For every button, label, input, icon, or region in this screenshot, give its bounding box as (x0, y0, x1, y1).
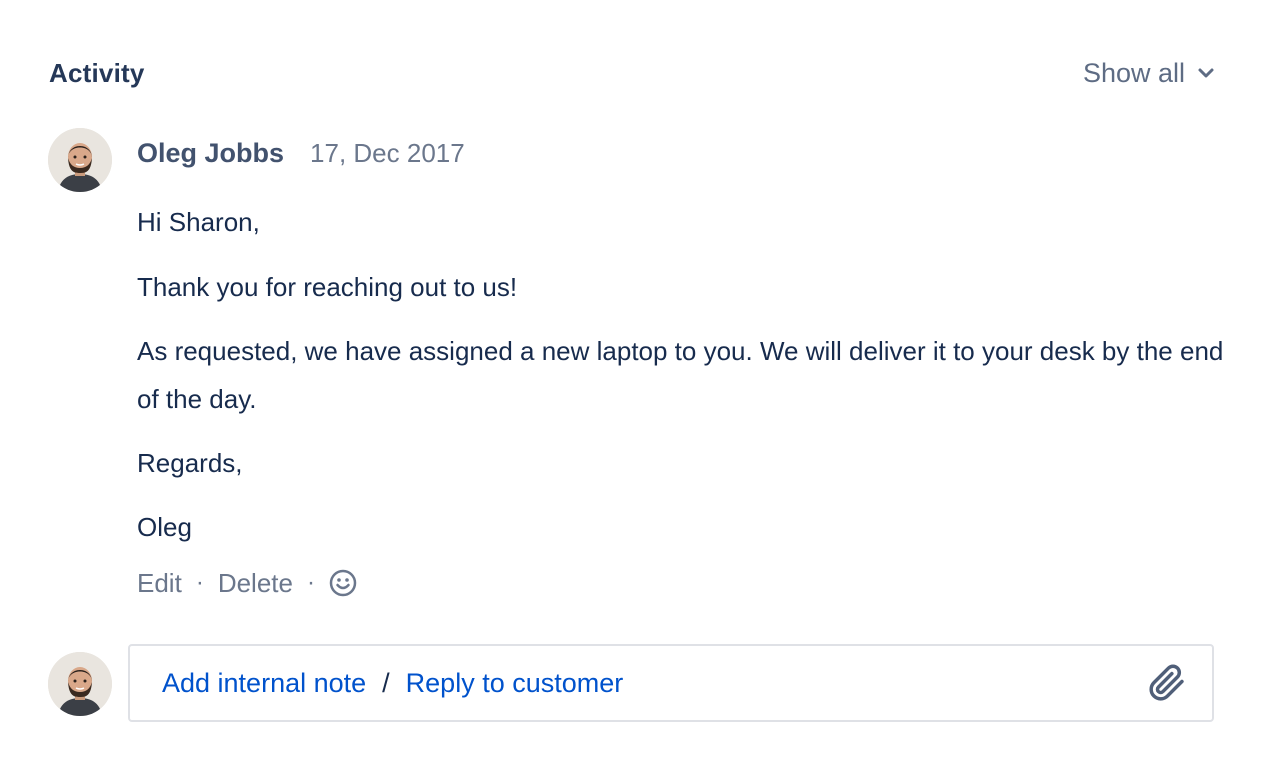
comment-date: 17, Dec 2017 (310, 138, 465, 168)
reply-separator: / (382, 667, 390, 698)
current-user-avatar (48, 652, 112, 716)
avatar (48, 128, 112, 192)
comment: Oleg Jobbs 17, Dec 2017 Hi Sharon, Thank… (137, 138, 1247, 603)
comment-body: Hi Sharon, Thank you for reaching out to… (137, 199, 1247, 551)
comment-paragraph: Thank you for reaching out to us! (137, 272, 518, 302)
action-separator: · (195, 569, 204, 596)
comment-paragraph: Hi Sharon, (137, 207, 260, 237)
add-internal-note-link[interactable]: Add internal note (162, 668, 366, 699)
paperclip-icon[interactable] (1148, 664, 1186, 702)
show-all-button[interactable]: Show all (1083, 58, 1215, 89)
comment-paragraph: Oleg (137, 512, 192, 542)
action-separator: · (306, 569, 315, 596)
chevron-down-icon (1197, 67, 1215, 79)
delete-button[interactable]: Delete (218, 568, 293, 599)
comment-paragraph: Regards, (137, 448, 243, 478)
show-all-label: Show all (1082, 57, 1185, 88)
comment-author[interactable]: Oleg Jobbs (137, 138, 284, 169)
edit-button[interactable]: Edit (137, 568, 182, 599)
comment-meta: Oleg Jobbs 17, Dec 2017 (137, 138, 1247, 182)
comment-paragraph: As requested, we have assigned a new lap… (137, 336, 1224, 414)
activity-title: Activity (49, 57, 145, 88)
activity-panel: Activity Show all Oleg Jobbs 17, Dec 201… (0, 0, 1264, 772)
activity-header: Activity Show all (49, 52, 1215, 94)
smiley-icon[interactable] (329, 569, 357, 597)
comment-actions: Edit · Delete · (137, 563, 1247, 603)
reply-box[interactable]: Add internal note / Reply to customer (128, 644, 1214, 722)
reply-to-customer-link[interactable]: Reply to customer (406, 668, 624, 699)
